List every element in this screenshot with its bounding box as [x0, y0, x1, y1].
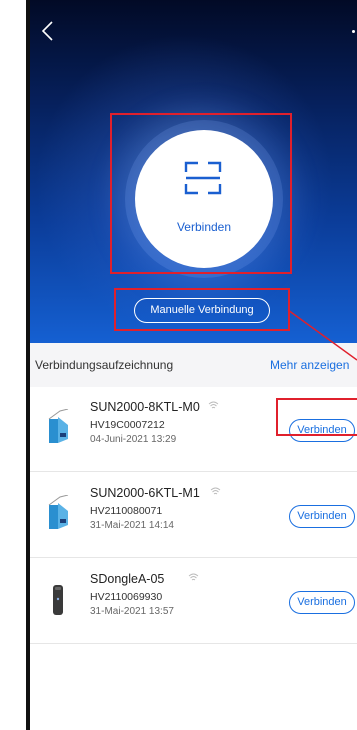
show-more-link[interactable]: Mehr anzeigen	[270, 358, 349, 372]
inverter-icon	[48, 495, 69, 529]
wifi-icon	[210, 487, 221, 495]
device-date: 31-Mai-2021 13:57	[90, 606, 174, 617]
device-row[interactable]: SUN2000-6KTL-M1 HV2110080071 31-Mai-2021…	[30, 473, 357, 558]
device-serial: HV2110069930	[90, 591, 163, 603]
wifi-icon	[208, 401, 219, 409]
dongle-icon	[53, 585, 63, 615]
device-name: SDongleA-05	[90, 572, 165, 586]
device-serial: HV19C0007212	[90, 419, 165, 431]
device-name: SUN2000-6KTL-M1	[90, 486, 200, 500]
records-title: Verbindungsaufzeichnung	[35, 358, 174, 372]
highlight-box-row-connect	[276, 398, 357, 436]
device-connect-button[interactable]: Verbinden	[289, 505, 355, 528]
back-icon[interactable]	[38, 18, 60, 44]
wifi-icon	[188, 573, 199, 581]
device-serial: HV2110080071	[90, 505, 163, 517]
more-icon[interactable]	[352, 30, 355, 33]
inverter-icon	[48, 409, 69, 443]
device-name: SUN2000-8KTL-M0	[90, 400, 200, 414]
device-connect-button[interactable]: Verbinden	[289, 591, 355, 614]
device-date: 04-Juni-2021 13:29	[90, 434, 177, 445]
app-screen: Verbinden Manuelle Verbindung Verbindung…	[30, 0, 357, 730]
device-row[interactable]: SDongleA-05 HV2110069930 31-Mai-2021 13:…	[30, 559, 357, 644]
device-date: 31-Mai-2021 14:14	[90, 520, 174, 531]
records-header: Verbindungsaufzeichnung Mehr anzeigen	[30, 343, 357, 387]
highlight-box-connect	[110, 113, 292, 274]
highlight-box-manual	[114, 288, 290, 331]
